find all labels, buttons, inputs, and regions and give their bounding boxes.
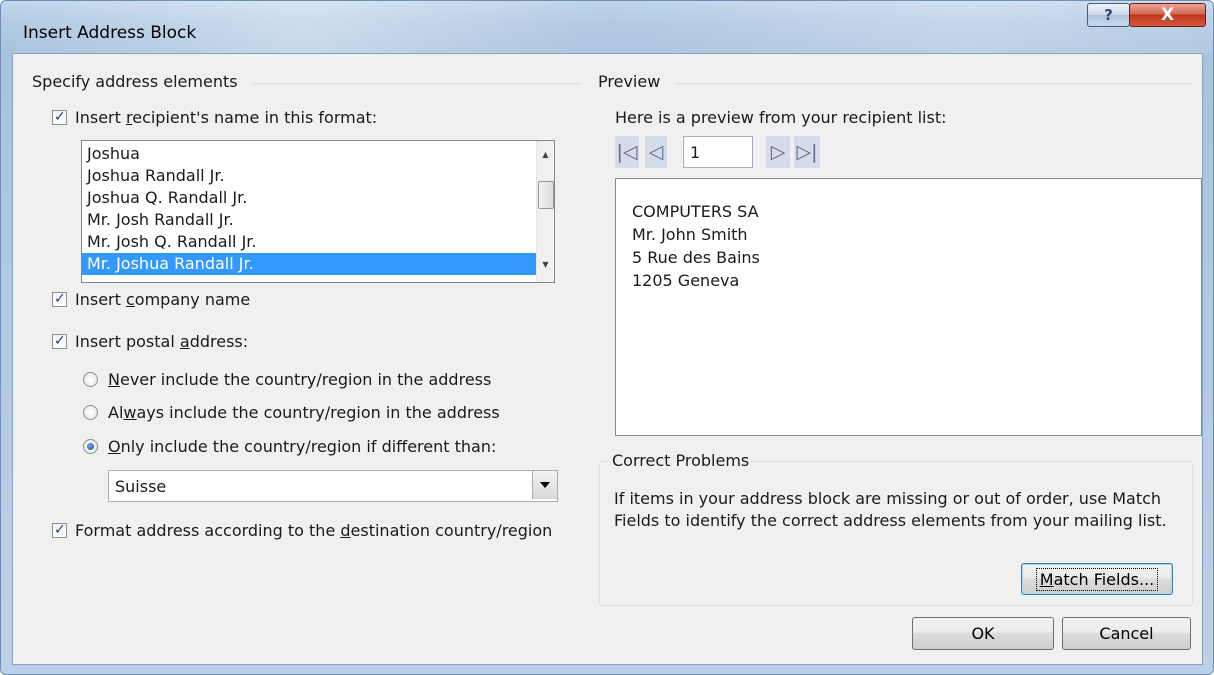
scroll-down-icon[interactable]: ▼ (537, 256, 554, 273)
radio-circle[interactable] (83, 405, 98, 420)
preview-line: 1205 Geneva (632, 271, 740, 290)
previous-record-button[interactable]: ◁ (645, 136, 667, 168)
first-record-button[interactable]: |◁ (615, 136, 639, 168)
first-record-icon: |◁ (616, 141, 638, 163)
preview-line: COMPUTERS SA (632, 202, 759, 221)
name-format-option[interactable]: Mr. Josh Randall Jr. (82, 209, 552, 231)
match-fields-label: Match Fields... (1035, 567, 1159, 591)
next-record-icon: ▷ (770, 141, 786, 163)
close-icon: X (1160, 5, 1175, 25)
checkbox-box[interactable]: ✓ (52, 522, 67, 538)
country-combobox[interactable]: Suisse (108, 470, 558, 502)
last-record-button[interactable]: ▷| (794, 136, 820, 168)
ok-button[interactable]: OK (912, 617, 1054, 650)
name-format-list: Joshua Joshua Randall Jr. Joshua Q. Randal… (82, 143, 552, 275)
last-record-icon: ▷| (796, 141, 818, 163)
name-format-option[interactable]: Mr. Josh Q. Randall Jr. (82, 231, 552, 253)
insert-recipient-name-label: Insert recipient's name in this format: (75, 108, 378, 127)
check-icon: ✓ (54, 291, 66, 307)
never-include-country-label: Never include the country/region in the … (108, 370, 492, 389)
only-include-country-radio[interactable]: Only include the country/region if diffe… (83, 437, 496, 456)
always-include-country-radio[interactable]: Always include the country/region in the… (83, 403, 500, 422)
record-number-value: 1 (690, 143, 701, 162)
record-number-input[interactable]: 1 (683, 136, 753, 168)
help-button[interactable]: ? (1087, 3, 1130, 27)
preview-intro: Here is a preview from your recipient li… (615, 108, 947, 127)
listbox-scrollbar[interactable]: ▲ ▼ (536, 141, 554, 282)
previous-record-icon: ◁ (648, 141, 664, 163)
always-include-country-label: Always include the country/region in the… (108, 403, 500, 422)
name-format-option[interactable]: Joshua (82, 143, 552, 165)
format-by-destination-label: Format address according to the destinat… (75, 521, 553, 540)
match-fields-button[interactable]: Match Fields... (1021, 563, 1173, 595)
group-divider (253, 83, 580, 84)
help-icon: ? (1104, 6, 1113, 24)
check-icon: ✓ (54, 522, 66, 538)
group-divider (676, 83, 1193, 84)
insert-recipient-name-checkbox[interactable]: ✓ Insert recipient's name in this format… (52, 108, 377, 127)
address-preview-box: COMPUTERS SA Mr. John Smith 5 Rue des Ba… (615, 178, 1202, 436)
name-format-option[interactable]: Joshua Q. Randall Jr. (82, 187, 552, 209)
radio-circle-selected[interactable] (83, 439, 98, 454)
insert-postal-address-label: Insert postal address: (75, 332, 249, 351)
close-button[interactable]: X (1129, 3, 1206, 27)
check-icon: ✓ (54, 109, 66, 125)
never-include-country-radio[interactable]: Never include the country/region in the … (83, 370, 491, 389)
scroll-up-icon[interactable]: ▲ (537, 146, 554, 163)
name-format-listbox[interactable]: Joshua Joshua Randall Jr. Joshua Q. Randal… (81, 140, 555, 283)
cancel-button[interactable]: Cancel (1062, 617, 1191, 650)
checkbox-box[interactable]: ✓ (52, 333, 67, 349)
correct-problems-label: Correct Problems (610, 451, 752, 470)
dialog-title: Insert Address Block (23, 23, 197, 43)
preview-line: 5 Rue des Bains (632, 248, 760, 267)
radio-circle[interactable] (83, 372, 98, 387)
insert-company-name-checkbox[interactable]: ✓ Insert company name (52, 290, 250, 309)
preview-line: Mr. John Smith (632, 225, 748, 244)
preview-group-label: Preview (598, 72, 667, 91)
correct-problems-text: If items in your address block are missi… (614, 489, 1167, 530)
format-by-destination-checkbox[interactable]: ✓ Format address according to the destin… (52, 521, 552, 540)
combo-dropdown-button[interactable] (532, 471, 557, 499)
insert-postal-address-checkbox[interactable]: ✓ Insert postal address: (52, 332, 248, 351)
preview-address-lines: COMPUTERS SA Mr. John Smith 5 Rue des Ba… (632, 200, 760, 292)
name-format-option[interactable]: Mr. Joshua Randall Jr. (82, 253, 552, 275)
country-value: Suisse (115, 477, 167, 496)
specify-address-elements-label: Specify address elements (32, 72, 244, 91)
checkbox-box[interactable]: ✓ (52, 109, 67, 125)
chevron-down-icon (540, 482, 550, 488)
only-include-country-label: Only include the country/region if diffe… (108, 437, 497, 456)
scroll-thumb[interactable] (538, 181, 554, 209)
insert-company-name-label: Insert company name (75, 290, 251, 309)
check-icon: ✓ (54, 333, 66, 349)
next-record-button[interactable]: ▷ (766, 136, 790, 168)
checkbox-box[interactable]: ✓ (52, 291, 67, 307)
name-format-option[interactable]: Joshua Randall Jr. (82, 165, 552, 187)
